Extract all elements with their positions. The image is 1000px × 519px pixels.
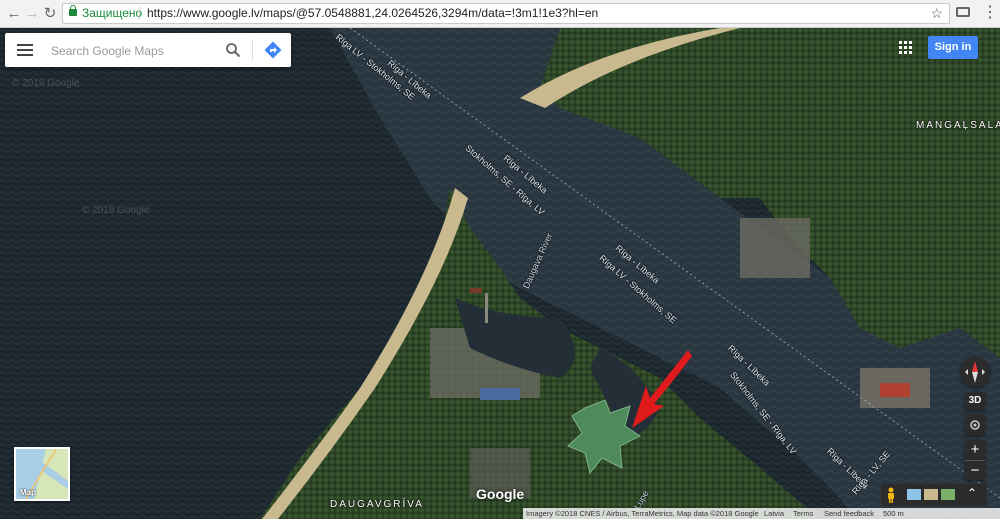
- reload-icon[interactable]: ↻: [40, 4, 60, 24]
- pegman-bar: ⌃: [881, 484, 987, 506]
- zoom-in-button[interactable]: +: [965, 440, 985, 460]
- layer-thumbnail[interactable]: [924, 489, 938, 500]
- search-box[interactable]: [5, 33, 291, 67]
- cast-icon[interactable]: [956, 7, 970, 17]
- search-icon[interactable]: [225, 42, 241, 58]
- pegman-icon[interactable]: [886, 487, 896, 503]
- satellite-imagery: [0, 28, 1000, 519]
- forward-arrow-icon[interactable]: →: [22, 4, 42, 24]
- google-logo: Google: [476, 486, 525, 502]
- search-input[interactable]: [49, 41, 213, 61]
- country-label: Latvia: [764, 509, 785, 518]
- back-arrow-icon[interactable]: ←: [4, 4, 24, 24]
- 3d-toggle-button[interactable]: 3D: [965, 392, 985, 410]
- zoom-out-button[interactable]: −: [965, 460, 985, 480]
- chevron-up-icon[interactable]: ⌃: [967, 486, 977, 500]
- sign-in-button[interactable]: Sign in: [928, 36, 978, 59]
- place-label-mangalsala: MANGAĻSALA: [916, 120, 1000, 131]
- lock-icon: [69, 5, 77, 16]
- my-location-icon[interactable]: [965, 415, 985, 435]
- compass-icon[interactable]: [960, 357, 990, 387]
- satellite-map[interactable]: © 2018 Google © 2018 Google Rīga LV - St…: [0, 28, 1000, 519]
- layer-thumbnail[interactable]: [907, 489, 921, 500]
- layer-thumbnail[interactable]: [941, 489, 955, 500]
- url-text[interactable]: https://www.google.lv/maps/@57.0548881,2…: [147, 4, 598, 23]
- directions-icon[interactable]: [264, 41, 282, 59]
- map-footer: Imagery ©2018 CNES / Airbus, TerraMetric…: [523, 508, 1000, 519]
- imagery-attribution: Imagery ©2018 CNES / Airbus, TerraMetric…: [526, 509, 759, 518]
- terms-link[interactable]: Terms: [793, 508, 813, 519]
- apps-grid-icon[interactable]: [899, 41, 912, 54]
- minimap-label: Map: [20, 488, 36, 497]
- star-icon[interactable]: ☆: [930, 4, 943, 23]
- send-feedback-link[interactable]: Send feedback: [824, 508, 874, 519]
- map-type-toggle[interactable]: Map: [14, 447, 70, 501]
- kebab-menu-icon[interactable]: ⋮: [982, 3, 998, 23]
- browser-toolbar: ← → ↻ Защищено https://www.google.lv/map…: [0, 0, 1000, 28]
- menu-icon[interactable]: [17, 44, 33, 56]
- secure-label: Защищено: [82, 6, 143, 20]
- search-divider: [252, 40, 253, 60]
- map-watermark: © 2018 Google: [12, 78, 80, 89]
- scale-label: 500 m: [883, 509, 904, 518]
- address-separator: [139, 7, 140, 20]
- place-label-daugavgriva: DAUGAVGRĪVA: [330, 499, 424, 510]
- address-bar[interactable]: Защищено https://www.google.lv/maps/@57.…: [62, 3, 950, 24]
- map-watermark: © 2018 Google: [82, 205, 150, 216]
